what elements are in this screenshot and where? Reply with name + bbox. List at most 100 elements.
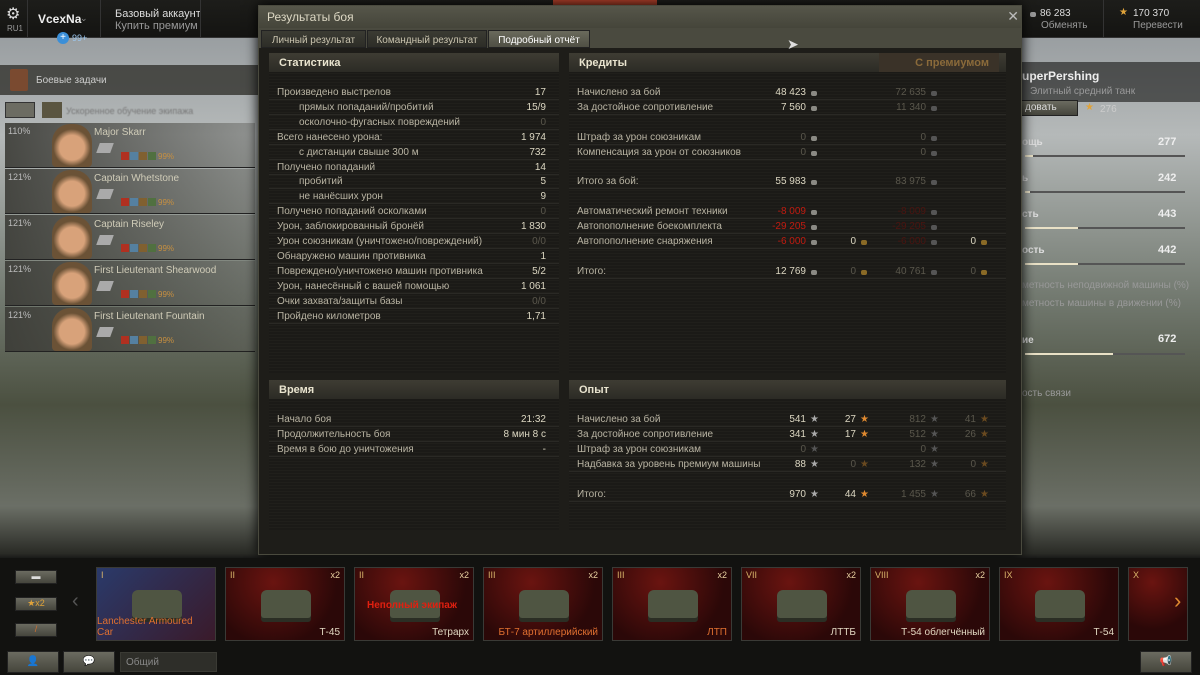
row-value-col2: 44 [844,488,856,500]
row-label: Штраф за урон союзникам [577,131,702,143]
transfer-link[interactable]: Перевести [1133,20,1183,31]
credit-icon [931,225,937,231]
row-label: осколочно-фугасных повреждений [299,116,460,128]
row-value: 1,71 [526,310,546,322]
megaphone-icon: 📢 [1159,656,1173,667]
double-xp-badge: x2 [975,570,985,580]
view-range-value: 672 [1158,333,1177,345]
experience-row: Надбавка за уровень премиум машины 88 ★ 0 ★ 1… [569,458,1006,472]
tank-image [519,590,569,618]
tank-name: uperPershing [1022,69,1100,83]
tank-image [1035,590,1085,618]
close-icon[interactable]: ✕ [1007,8,1019,25]
crew-member[interactable]: 121% Captain Whetstone 99% [5,169,255,214]
chat-channel-input[interactable]: Общий [120,652,217,672]
crew-level: 121% [8,218,32,228]
carousel-prev-arrow[interactable]: ‹ [72,590,79,613]
dialog-title: Результаты боя [259,6,1021,28]
missions-icon [10,69,28,91]
double-xp-badge: x2 [330,570,340,580]
tab-team[interactable]: Командный результат [367,30,487,48]
stat-row: пробитий 5 [269,175,559,190]
crew-skill-icon [148,244,156,252]
camo-stationary-label: метность неподвижной машины (%) [1022,280,1190,291]
row-value-col1: 55 983 [775,176,806,188]
stat-row: Повреждено/уничтожено машин противника 5/… [269,265,559,279]
crew-level: 110% [8,126,31,136]
crew-rank-icon [96,235,114,245]
crew-portrait [52,170,92,213]
stat-row: Произведено выстрелов 17 [269,86,559,100]
crew-name: First Lieutenant Shearwood [94,265,217,276]
row-label: Итого: [577,488,606,500]
notification-badge: 99+ [72,33,88,43]
tank-stat-label: ощь [1022,137,1043,148]
notifications-button[interactable]: 📢 [1140,651,1192,673]
tank-card[interactable]: II x2 Т-45 [225,567,345,641]
plus-icon[interactable]: + [57,32,69,44]
tank-card[interactable]: II x2 Тетрарх Неполный экипаж [354,567,474,641]
row-value: 1 061 [520,280,546,292]
buy-premium-link[interactable]: Купить премиум [115,20,198,32]
row-label: Надбавка за уровень премиум машины [577,458,761,470]
experience-panel: Опыт Начислено за бой 541 ★ 27 ★ 812 ★ 41 ★ За до… [569,380,1006,530]
row-label: Урон союзникам (уничтожено/повреждений) [277,236,483,247]
row-value-col2: 17 [844,428,856,440]
missions-label: Боевые задачи [36,75,107,86]
crew-skill-icon [121,198,129,206]
filter-premium-button[interactable]: / [15,623,57,637]
row-value: 0/0 [532,295,546,307]
channels-button[interactable]: 💬 [63,651,115,673]
chevron-down-icon[interactable]: ⌄ [80,13,88,24]
tank-tier: III [617,570,625,580]
tank-card[interactable]: VII x2 ЛТТБ [741,567,861,641]
tank-card[interactable]: III x2 БТ-7 артиллерийский [483,567,603,641]
tank-name: ЛТП [707,627,727,638]
free-xp-star-icon: ★ [980,414,989,425]
row-value-col4: 0 [970,236,976,247]
battle-results-dialog: Результаты боя ✕ Личный результат Команд… [258,5,1022,555]
research-button[interactable]: довать [1020,100,1078,116]
crew-member[interactable]: 121% First Lieutenant Shearwood 99% [5,261,255,306]
xp-star-icon: ★ [930,443,939,455]
tank-type: Элитный средний танк [1030,86,1136,97]
filter-tank-button[interactable]: ▬ [15,570,57,584]
carousel-next-arrow[interactable]: › [1174,588,1181,614]
credit-icon [811,105,817,111]
filter-x2-button[interactable]: ★x2 [15,597,57,611]
row-label: Очки захвата/защиты базы [277,295,403,307]
crew-training-label: Ускоренное обучение экипажа [66,106,194,116]
row-label: прямых попаданий/пробитий [299,101,434,113]
crew-member[interactable]: 121% First Lieutenant Fountain 99% [5,307,255,352]
missions-bar[interactable]: Боевые задачи [0,65,260,95]
crew-skill-progress: 99% [158,198,175,207]
crew-training-button[interactable] [5,102,35,118]
crew-skill-icon [130,198,138,206]
settings-gear-icon[interactable]: ⚙ [6,4,20,24]
tab-personal[interactable]: Личный результат [261,30,366,48]
contacts-button[interactable]: 👤 [7,651,59,673]
crew-skill-icon [148,152,156,160]
crew-rank-icon [96,189,114,199]
tank-card[interactable]: IX Т-54 [999,567,1119,641]
credits-row: Итого: 12 769 0 40 761 0 [569,265,1006,279]
exchange-link[interactable]: Обменять [1041,20,1087,31]
tank-tier: II [359,570,365,580]
tank-card[interactable]: III x2 ЛТП [612,567,732,641]
row-label: Итого: [577,265,606,277]
row-label: Пройдено километров [277,310,381,322]
row-value-col2: 0 [850,458,856,470]
tab-detailed[interactable]: Подробный отчёт [488,30,590,48]
row-label: Повреждено/уничтожено машин противника [277,265,483,277]
row-label: Обнаружено машин противника [277,250,426,262]
crew-member[interactable]: 121% Captain Riseley 99% [5,215,255,260]
tank-card[interactable]: VIII x2 Т-54 облегчённый [870,567,990,641]
username[interactable]: VcexNa [38,12,81,26]
user-icon: 👤 [26,656,40,667]
stat-row: прямых попаданий/пробитий 15/9 [269,101,559,115]
tank-card[interactable]: I Lanchester Armoured Car [96,567,216,641]
crew-member[interactable]: 110% Major Skarr 99% [5,123,255,168]
crew-skill-icon [139,244,147,252]
row-label: Итого за бой: [577,176,639,188]
experience-header: Опыт [569,380,1006,399]
